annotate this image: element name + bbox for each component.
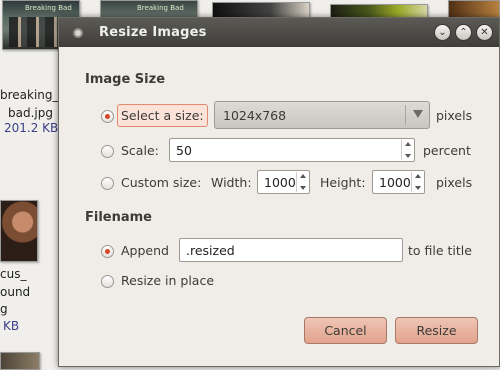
scale-radio[interactable] bbox=[101, 145, 114, 158]
size-combo[interactable]: 1024x768 bbox=[214, 101, 430, 129]
height-label: Height: bbox=[320, 175, 366, 190]
file-size: 201.2 KB bbox=[4, 121, 59, 135]
resize-images-dialog: Resize Images ⌄ ⌃ ✕ Image Size Select a … bbox=[58, 17, 500, 367]
file-name-line: breaking_ bbox=[0, 88, 59, 102]
thumbnail-title: Breaking Bad bbox=[25, 4, 72, 12]
append-input[interactable]: .resized bbox=[179, 238, 403, 262]
scale-label[interactable]: Scale: bbox=[121, 143, 159, 158]
width-value: 1000 bbox=[264, 175, 296, 190]
file-name-line: cus_ bbox=[0, 267, 27, 281]
thumbnail-spartacus[interactable] bbox=[0, 200, 38, 262]
append-suffix-label: to file title bbox=[408, 243, 472, 258]
height-spinbutton[interactable]: 1000 bbox=[372, 170, 425, 194]
select-size-radio[interactable] bbox=[101, 110, 114, 123]
custom-size-radio[interactable] bbox=[101, 177, 114, 190]
image-size-heading: Image Size bbox=[85, 72, 166, 87]
size-combo-value: 1024x768 bbox=[223, 108, 287, 123]
minimize-icon[interactable]: ⌄ bbox=[434, 24, 451, 41]
custom-size-unit: pixels bbox=[436, 175, 473, 190]
window-controls: ⌄ ⌃ ✕ bbox=[434, 24, 493, 41]
scale-spin-arrows[interactable] bbox=[401, 140, 413, 160]
file-name-line: bad.jpg bbox=[8, 106, 53, 120]
select-size-label[interactable]: Select a size: bbox=[121, 108, 204, 123]
scale-unit: percent bbox=[423, 143, 471, 158]
height-spin-arrows[interactable] bbox=[411, 172, 423, 192]
width-spin-arrows[interactable] bbox=[296, 172, 308, 192]
height-value: 1000 bbox=[379, 175, 411, 190]
scale-spinbutton[interactable]: 50 bbox=[169, 138, 415, 162]
dropdown-arrow-icon bbox=[413, 110, 423, 118]
width-spinbutton[interactable]: 1000 bbox=[257, 170, 310, 194]
append-value: .resized bbox=[186, 243, 235, 258]
dialog-content: Image Size Select a size: 1024x768 pixel… bbox=[59, 47, 499, 366]
custom-size-label[interactable]: Custom size: bbox=[121, 175, 201, 190]
filename-heading: Filename bbox=[85, 210, 152, 225]
file-size: KB bbox=[3, 319, 20, 333]
thumbnail-title: Breaking Bad bbox=[137, 4, 184, 12]
file-name-line: g bbox=[0, 302, 8, 316]
spin-down-icon[interactable] bbox=[414, 186, 421, 190]
file-name-line: ound bbox=[0, 285, 31, 299]
resize-button[interactable]: Resize bbox=[395, 317, 478, 344]
resize-in-place-label[interactable]: Resize in place bbox=[121, 273, 214, 288]
spin-down-icon[interactable] bbox=[404, 154, 411, 158]
window-menu-icon[interactable] bbox=[73, 27, 83, 38]
append-radio[interactable] bbox=[101, 245, 114, 258]
spin-up-icon[interactable] bbox=[299, 174, 306, 178]
append-label[interactable]: Append bbox=[121, 243, 169, 258]
spin-up-icon[interactable] bbox=[404, 142, 411, 146]
width-label: Width: bbox=[211, 175, 252, 190]
maximize-icon[interactable]: ⌃ bbox=[455, 24, 472, 41]
select-size-unit: pixels bbox=[436, 108, 473, 123]
spin-up-icon[interactable] bbox=[414, 174, 421, 178]
close-icon[interactable]: ✕ bbox=[476, 24, 493, 41]
dialog-title: Resize Images bbox=[99, 25, 207, 40]
cancel-button[interactable]: Cancel bbox=[304, 317, 387, 344]
thumbnail-image[interactable] bbox=[0, 352, 40, 370]
resize-in-place-radio[interactable] bbox=[101, 275, 114, 288]
scale-value: 50 bbox=[176, 143, 192, 158]
spin-down-icon[interactable] bbox=[299, 186, 306, 190]
title-bar[interactable]: Resize Images ⌄ ⌃ ✕ bbox=[59, 18, 499, 47]
thumbnail-image[interactable] bbox=[212, 2, 310, 18]
